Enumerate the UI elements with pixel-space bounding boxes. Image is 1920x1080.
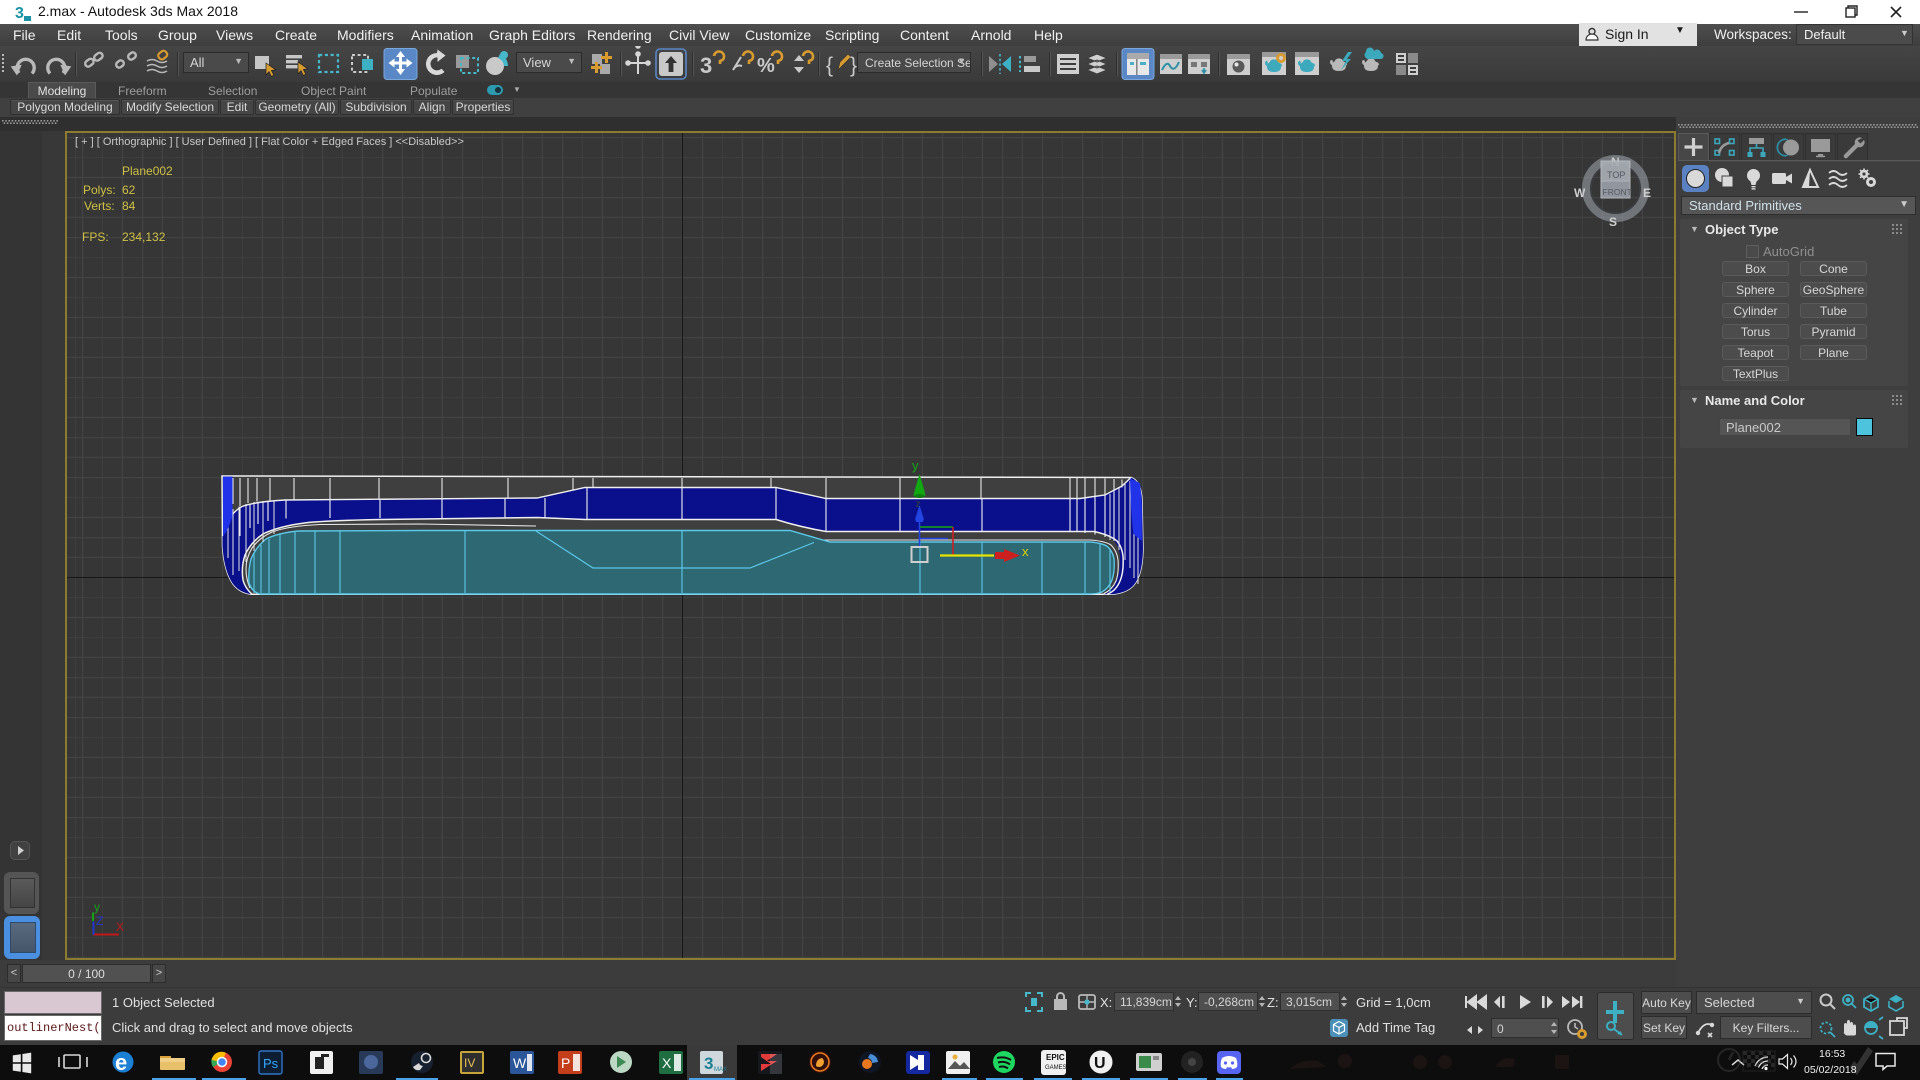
svg-text:W: W bbox=[1574, 186, 1586, 200]
svg-text:X: X bbox=[116, 920, 124, 934]
svg-text:E: E bbox=[1643, 186, 1651, 200]
svg-text:EPIC: EPIC bbox=[1046, 1053, 1065, 1062]
svg-text:16:53: 16:53 bbox=[1819, 1048, 1845, 1060]
svg-text:y: y bbox=[912, 458, 919, 473]
svg-text:%: % bbox=[757, 55, 775, 77]
svg-text:MAX: MAX bbox=[714, 1067, 727, 1073]
svg-text:x: x bbox=[1022, 544, 1029, 559]
svg-text:U: U bbox=[1094, 1055, 1106, 1072]
svg-text:Ps: Ps bbox=[263, 1056, 279, 1071]
svg-text:W: W bbox=[513, 1055, 527, 1071]
svg-text:3: 3 bbox=[15, 5, 24, 21]
svg-text:TOP: TOP bbox=[1607, 170, 1625, 180]
svg-text:e: e bbox=[115, 1050, 127, 1075]
svg-text:3: 3 bbox=[704, 1054, 713, 1073]
svg-text:3: 3 bbox=[700, 53, 712, 78]
svg-text:{: { bbox=[826, 54, 833, 77]
svg-text:y: y bbox=[94, 900, 100, 914]
svg-text:GAMES: GAMES bbox=[1045, 1065, 1067, 1071]
svg-text:S: S bbox=[1609, 215, 1617, 229]
svg-text:X: X bbox=[662, 1055, 672, 1071]
svg-text:}: } bbox=[850, 54, 857, 77]
svg-text:P: P bbox=[561, 1055, 570, 1071]
svg-text:FRONT: FRONT bbox=[1603, 187, 1632, 197]
svg-text:05/02/2018: 05/02/2018 bbox=[1804, 1064, 1857, 1076]
svg-text:IV: IV bbox=[464, 1056, 475, 1070]
svg-text:Z: Z bbox=[96, 914, 103, 928]
